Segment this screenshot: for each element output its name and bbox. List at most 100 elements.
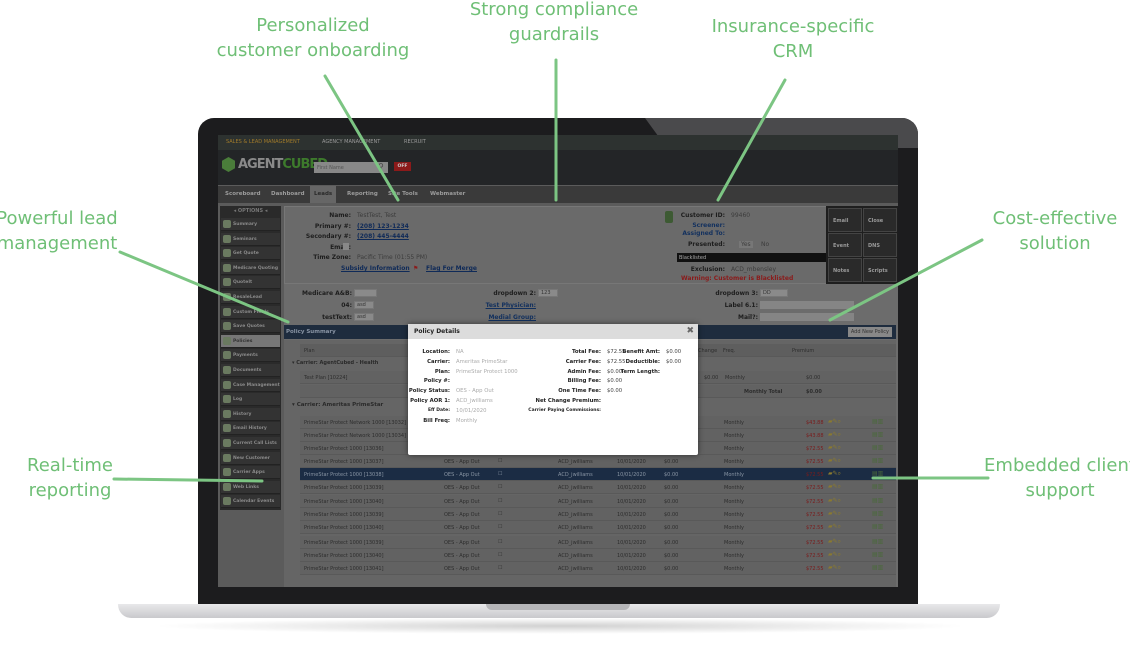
edit-icons[interactable]: ▰✎⌕ [828, 457, 841, 465]
sidebar-item-quoteit[interactable]: QuoteIt [221, 276, 280, 290]
nav-scoreboard[interactable]: Scoreboard [225, 191, 261, 197]
email-icon[interactable] [343, 243, 349, 250]
f04-select[interactable]: asd [354, 301, 374, 309]
sidebar-item-history[interactable]: History [221, 407, 280, 421]
primary-phone-link[interactable]: (208) 123-1234 [357, 223, 409, 230]
nav-site-tools[interactable]: Site Tools [388, 191, 418, 197]
sidebar-item-summary[interactable]: Summary [221, 218, 280, 231]
delete-icon[interactable]: ▤▥ [872, 510, 883, 517]
checkbox[interactable]: ☐ [498, 471, 502, 477]
assigned-to-link[interactable]: Assigned To: [682, 230, 725, 237]
sidebar-item-email-history[interactable]: Email History [221, 422, 280, 436]
table-row[interactable]: PrimeStar Protect 1000 [13039] OES - App… [300, 481, 896, 494]
edit-icons[interactable]: ▰✎⌕ [828, 551, 841, 559]
sidebar-item-get-quote[interactable]: Get Quote [221, 247, 280, 261]
event-button[interactable]: Event [828, 233, 862, 257]
edit-icons[interactable]: ▰✎⌕ [828, 431, 841, 439]
delete-icon[interactable]: ▤▥ [872, 497, 883, 504]
delete-icon[interactable]: ▤▥ [872, 483, 883, 490]
mail-input[interactable] [760, 313, 854, 321]
sidebar-item-log[interactable]: Log [221, 393, 280, 407]
notes-button[interactable]: Notes [828, 258, 862, 282]
checkbox[interactable]: ☐ [498, 511, 502, 517]
edit-icons[interactable]: ▰✎⌕ [828, 483, 841, 491]
secondary-phone-link[interactable]: (208) 445-4444 [357, 233, 409, 240]
flag-merge-link[interactable]: Flag For Merge [426, 265, 477, 272]
checkbox[interactable]: ☐ [498, 458, 502, 464]
edit-icons[interactable]: ▰✎⌕ [828, 470, 841, 478]
nav-reporting[interactable]: Reporting [347, 191, 378, 197]
delete-icon[interactable]: ▤▥ [872, 457, 883, 464]
checkbox[interactable]: ☐ [498, 539, 502, 545]
edit-icons[interactable]: ▰✎⌕ [828, 497, 841, 505]
checkbox[interactable]: ☐ [498, 484, 502, 490]
delete-icon[interactable]: ▤▥ [872, 564, 883, 571]
table-row[interactable]: PrimeStar Protect 1000 [13041] OES - App… [300, 562, 896, 575]
delete-icon[interactable]: ▤▥ [872, 470, 883, 477]
label61-input[interactable] [760, 301, 854, 309]
delete-icon[interactable]: ▤▥ [872, 444, 883, 451]
tab-agency[interactable]: AGENCY MANAGEMENT [322, 139, 380, 145]
sidebar-item-carrier-apps[interactable]: Carrier Apps [221, 466, 280, 480]
table-row[interactable]: PrimeStar Protect 1000 [13040] OES - App… [300, 521, 896, 534]
sidebar-item-seminars[interactable]: Seminars [221, 232, 280, 246]
edit-icons[interactable]: ▰✎⌕ [828, 418, 841, 426]
medicare-select[interactable] [354, 289, 377, 297]
checkbox[interactable]: ☐ [498, 498, 502, 504]
delete-icon[interactable]: ▤▥ [872, 431, 883, 438]
tab-recruit[interactable]: RECRUIT [404, 139, 426, 145]
sidebar-item-calendar-events[interactable]: Calendar Events [221, 495, 280, 509]
table-row[interactable]: PrimeStar Protect 1000 [13040] OES - App… [300, 549, 896, 562]
sidebar-item-custom-fields[interactable]: Custom Fields [221, 305, 280, 319]
dns-button[interactable]: DNS [863, 233, 897, 257]
nav-webmaster[interactable]: Webmaster [430, 191, 465, 197]
sidebar-item-payments[interactable]: Payments [221, 349, 280, 363]
add-policy-button[interactable]: Add New Policy [847, 327, 892, 337]
delete-icon[interactable]: ▤▥ [872, 538, 883, 545]
close-icon[interactable]: ✖ [686, 326, 694, 336]
delete-icon[interactable]: ▤▥ [872, 418, 883, 425]
dropdown2-select[interactable]: 123 [538, 289, 558, 297]
medial-group-link[interactable]: Medial Group: [488, 314, 536, 321]
tab-sales-lead[interactable]: SALES & LEAD MANAGEMENT [226, 139, 300, 145]
search-icon[interactable]: ⚲ [378, 162, 384, 171]
table-row[interactable]: PrimeStar Protect 1000 [13039] OES - App… [300, 536, 896, 549]
search-input[interactable]: First Name [314, 162, 388, 173]
table-row[interactable]: PrimeStar Protect 1000 [13037] OES - App… [300, 455, 896, 468]
sidebar-item-save-quotes[interactable]: Save Quotes [221, 320, 280, 334]
nav-dashboard[interactable]: Dashboard [271, 191, 305, 197]
delete-icon[interactable]: ▤▥ [872, 523, 883, 530]
table-row[interactable]: PrimeStar Protect 1000 [13039] OES - App… [300, 508, 896, 521]
edit-icons[interactable]: ▰✎⌕ [828, 564, 841, 572]
sidebar-item-medicare-quoting[interactable]: Medicare Quoting [221, 261, 280, 275]
table-row[interactable]: PrimeStar Protect 1000 [13038] OES - App… [300, 468, 896, 481]
screener-link[interactable]: Screener: [692, 222, 725, 229]
sidebar-item-policies[interactable]: Policies [221, 334, 280, 348]
sidebar-item-documents[interactable]: Documents [221, 364, 280, 377]
carrier-group-ameritas[interactable]: ▾ Carrier: Ameritas PrimeStar [292, 402, 383, 408]
sidebar-item-web-links[interactable]: Web Links [221, 480, 280, 494]
edit-icons[interactable]: ▰✎⌕ [828, 444, 841, 452]
close-button[interactable]: Close [863, 208, 897, 232]
nav-leads[interactable]: Leads [310, 186, 337, 203]
subsidy-link[interactable]: Subsidy Information [341, 265, 410, 272]
checkbox[interactable]: ☐ [498, 552, 502, 558]
presented-yes[interactable]: Yes [739, 241, 753, 248]
delete-icon[interactable]: ▤▥ [872, 551, 883, 558]
testtext-select[interactable]: asd [354, 313, 374, 321]
sidebar-item-case-management[interactable]: Case Management [221, 378, 280, 392]
physician-link[interactable]: Test Physician: [486, 302, 536, 309]
edit-icons[interactable]: ▰✎⌕ [828, 510, 841, 518]
dropdown3-select[interactable]: DD [760, 289, 788, 297]
table-row[interactable]: PrimeStar Protect 1000 [13040] OES - App… [300, 495, 896, 508]
sidebar-item-new-customer[interactable]: New Customer [221, 451, 280, 465]
email-button[interactable]: Email [828, 208, 862, 232]
scripts-button[interactable]: Scripts [863, 258, 897, 282]
carrier-group-agentcubed[interactable]: ▾ Carrier: AgentCubed - Health [292, 360, 378, 366]
off-button[interactable]: OFF [394, 162, 411, 171]
edit-icons[interactable]: ▰✎⌕ [828, 523, 841, 531]
sidebar-item-current-call-lists[interactable]: Current Call Lists [221, 437, 280, 450]
sidebar-item-resalelead[interactable]: ResaleLead [221, 291, 280, 304]
edit-icons[interactable]: ▰✎⌕ [828, 538, 841, 546]
checkbox[interactable]: ☐ [498, 524, 502, 530]
